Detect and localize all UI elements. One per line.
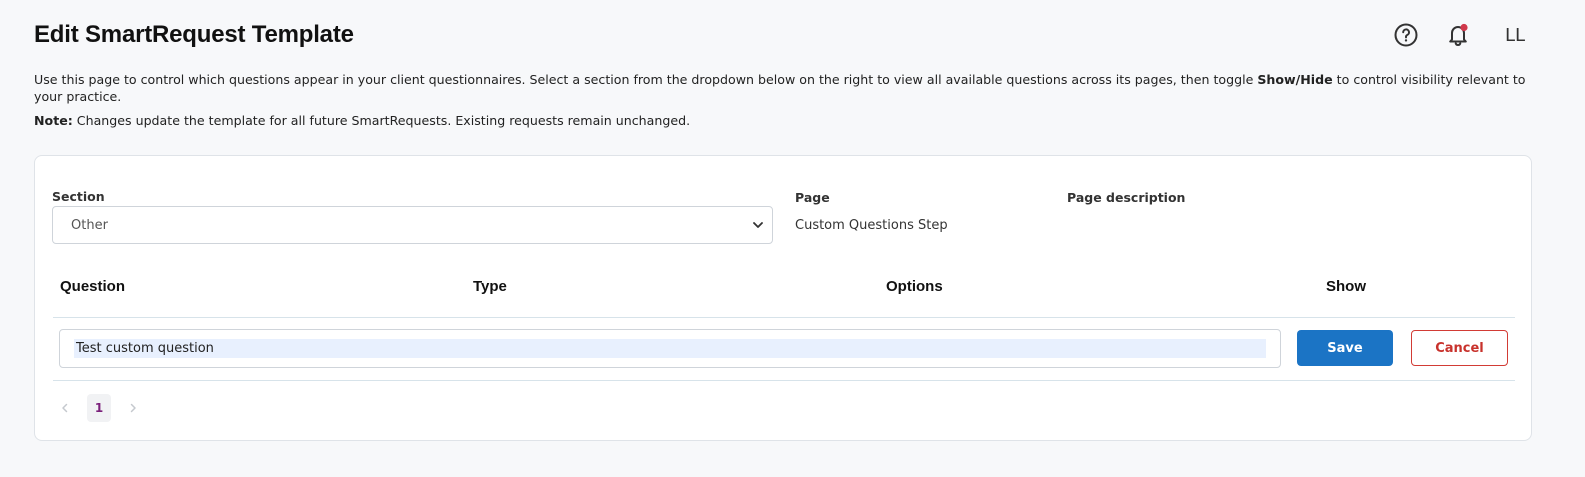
section-select[interactable]: Other [52, 206, 773, 244]
intro-text: Use this page to control which questions… [34, 71, 1534, 105]
table-row-divider [53, 380, 1515, 381]
save-button[interactable]: Save [1297, 330, 1393, 366]
user-avatar[interactable]: LL [1502, 25, 1528, 46]
question-circle-icon [1394, 23, 1418, 47]
page-title: Edit SmartRequest Template [34, 21, 354, 48]
note-text: Note: Changes update the template for al… [34, 112, 690, 129]
help-button[interactable] [1392, 21, 1420, 49]
intro-text-start: Use this page to control which questions… [34, 72, 1258, 87]
notification-dot [1460, 23, 1468, 32]
chevron-right-icon [130, 403, 136, 413]
chevron-down-icon [753, 222, 763, 228]
page-description-label: Page description [1067, 190, 1186, 205]
column-header-type: Type [473, 278, 507, 295]
column-header-options: Options [886, 278, 943, 295]
template-card: Section Other Page Custom Questions Step… [34, 155, 1532, 441]
section-label: Section [52, 189, 105, 204]
question-input-value: Test custom question [74, 339, 1266, 358]
pagination: 1 [57, 394, 141, 422]
page-value: Custom Questions Step [795, 218, 948, 233]
notifications-button[interactable] [1444, 21, 1472, 49]
cancel-button[interactable]: Cancel [1411, 330, 1508, 366]
chevron-left-icon [62, 403, 68, 413]
previous-page-button[interactable] [57, 400, 73, 416]
intro-text-bold: Show/Hide [1257, 72, 1333, 87]
bell-icon [1449, 23, 1468, 46]
question-input[interactable]: Test custom question [59, 329, 1281, 368]
table-header-divider [53, 317, 1515, 318]
page-number-current[interactable]: 1 [87, 394, 111, 422]
note-body: Changes update the template for all futu… [72, 113, 691, 128]
next-page-button[interactable] [125, 400, 141, 416]
column-header-question: Question [60, 278, 126, 295]
header-actions: LL [1392, 21, 1528, 49]
page-label: Page [795, 190, 830, 205]
section-select-value: Other [71, 217, 108, 233]
note-label: Note: [34, 113, 73, 128]
column-header-show: Show [1326, 278, 1366, 295]
